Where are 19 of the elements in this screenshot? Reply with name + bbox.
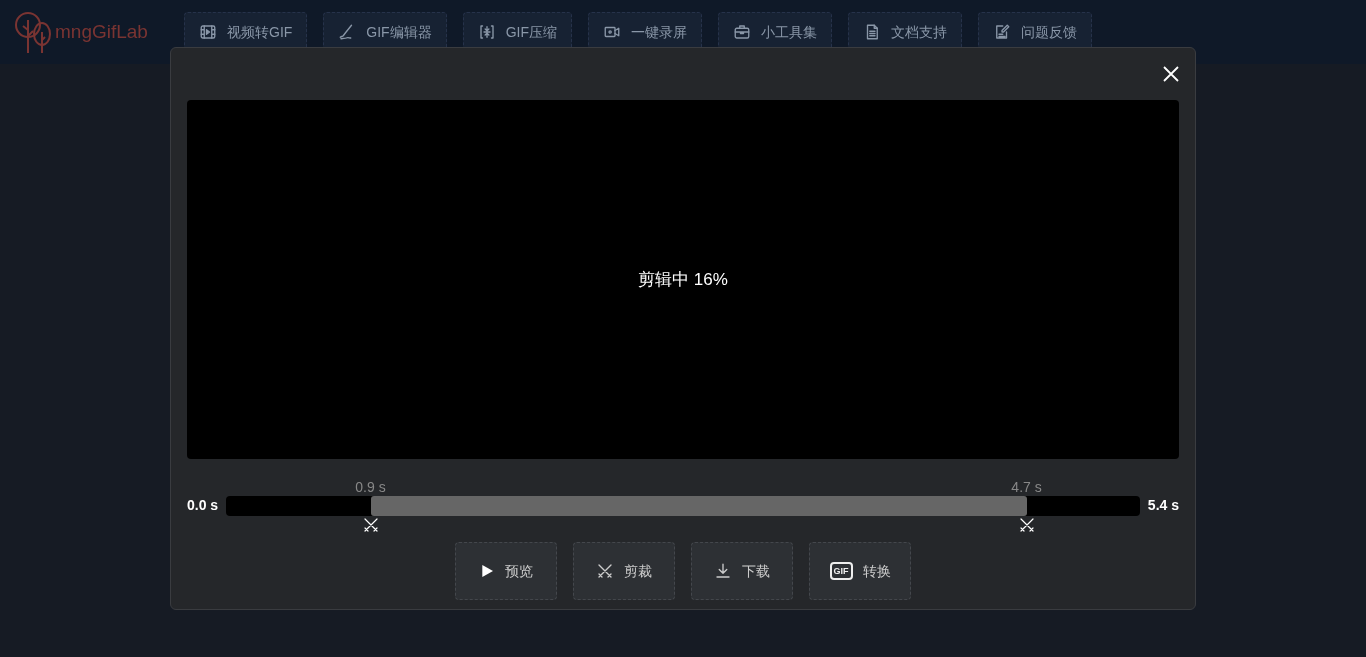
scissors-icon bbox=[596, 562, 614, 580]
handle-time: 4.7 s bbox=[1011, 477, 1042, 497]
play-icon bbox=[479, 563, 495, 579]
logo-text: mngGifLab bbox=[55, 19, 148, 44]
toolbox-icon bbox=[733, 23, 752, 41]
handle-time: 0.9 s bbox=[355, 477, 386, 497]
download-icon bbox=[714, 562, 732, 580]
action-button[interactable]: 预览 bbox=[455, 542, 557, 600]
end-time: 5.4 s bbox=[1147, 496, 1179, 515]
film-icon bbox=[199, 23, 217, 41]
action-button[interactable]: GIF 转换 bbox=[809, 542, 911, 600]
edit-icon bbox=[993, 23, 1012, 41]
gif-icon: GIF bbox=[829, 562, 853, 580]
action-button[interactable]: 剪裁 bbox=[573, 542, 675, 600]
progress-status: 剪辑中 16% bbox=[638, 268, 728, 291]
start-time: 0.0 s bbox=[187, 496, 219, 515]
compress-icon bbox=[477, 23, 496, 41]
tree-logo-icon bbox=[15, 10, 53, 54]
action-button[interactable]: 下载 bbox=[691, 542, 793, 600]
